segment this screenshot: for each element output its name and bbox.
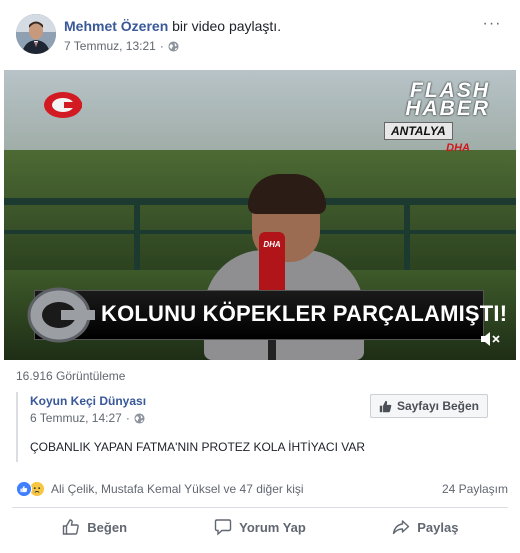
thumbs-up-icon [63,519,80,535]
video-player[interactable]: DHA FLASH HABER ANTALYA DHA KOLUNU KÖPEK… [4,70,516,360]
thumbs-up-icon [379,400,392,412]
post-timestamp[interactable]: 7 Temmuz, 13:21 [64,39,156,53]
shared-meta-separator: · [125,411,130,425]
channel-logo-icon [44,92,82,118]
more-options-button[interactable]: ··· [480,16,504,34]
globe-icon [168,40,179,52]
like-button[interactable]: Beğen [12,510,177,544]
mic-flag-label: DHA [263,240,281,249]
post-action-text: bir video paylaştı. [172,18,282,34]
flash-agency-label: DHA [446,142,470,154]
like-reaction-icon [16,481,32,497]
share-arrow-icon [393,520,410,535]
flash-haber-overlay: FLASH HABER ANTALYA DHA [370,80,490,164]
comment-label: Yorum Yap [239,519,306,535]
reactions-summary[interactable]: Ali Çelik, Mustafa Kemal Yüksel ve 47 di… [16,480,304,498]
comment-icon [214,519,232,536]
post-meta: 7 Temmuz, 13:21 · [64,39,179,53]
share-button[interactable]: Paylaş [343,510,508,544]
shared-page-timestamp[interactable]: 6 Temmuz, 14:27 [30,411,122,425]
shared-caption: ÇOBANLIK YAPAN FATMA'NIN PROTEZ KOLA İHT… [30,440,366,454]
reaction-names[interactable]: Ali Çelik, Mustafa Kemal Yüksel ve 47 di… [51,482,304,496]
avatar[interactable] [16,14,56,54]
shared-original-post: Koyun Keçi Dünyası 6 Temmuz, 14:27 · Say… [16,392,504,462]
post-action-bar: Beğen Yorum Yap Paylaş [12,510,508,544]
globe-icon [134,412,145,424]
author-name-link[interactable]: Mehmet Özeren [64,18,168,34]
shared-page-meta: 6 Temmuz, 14:27 · [30,411,145,425]
news-ticker: KOLUNU KÖPEKLER PARÇALAMIŞTI! [27,287,507,343]
mute-volume-icon[interactable] [480,330,502,348]
flash-city-badge: ANTALYA [384,122,453,140]
ticker-headline: KOLUNU KÖPEKLER PARÇALAMIŞTI! [101,301,508,326]
post-header: Mehmet Özeren bir video paylaştı. 7 Temm… [16,14,504,58]
like-page-label: Sayfayı Beğen [396,399,479,413]
share-count[interactable]: 24 Paylaşım [442,482,508,496]
flash-title-line2: HABER [405,97,490,120]
view-count: 16.916 Görüntüleme [16,369,126,383]
shared-page-name-link[interactable]: Koyun Keçi Dünyası [30,394,146,408]
comment-button[interactable]: Yorum Yap [177,510,342,544]
post-card: Mehmet Özeren bir video paylaştı. 7 Temm… [0,0,520,553]
author-line: Mehmet Özeren bir video paylaştı. [64,18,281,34]
action-divider [12,507,508,508]
share-label: Paylaş [417,519,459,535]
meta-separator: · [159,39,164,53]
like-page-button[interactable]: Sayfayı Beğen [369,394,488,418]
ticker-logo-icon [27,287,95,343]
like-label: Beğen [87,519,128,535]
